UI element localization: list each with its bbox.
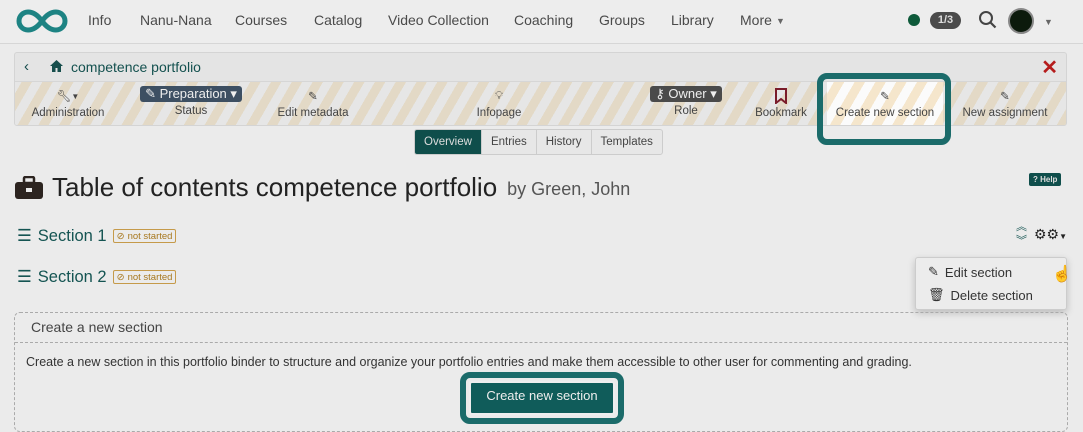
pencil-icon: ✎ [308,91,318,103]
trash-icon: 🗑︎ [928,287,945,302]
help-label: Help [1040,175,1058,184]
new-assignment-label: New assignment [962,107,1048,119]
administration-label: Administration [31,107,105,119]
status-dropdown[interactable]: ✎ Preparation ▾ Status [135,85,247,117]
wrench-icon: 🔧︎ ▼ [56,91,80,103]
help-button[interactable]: ? Help [1029,173,1062,186]
chevron-up-icon[interactable]: ︽ [1016,220,1027,234]
eye-slash-icon: ⊘ [116,271,125,283]
status-value: Preparation [159,86,227,101]
breadcrumb-title[interactable]: competence portfolio [71,59,201,75]
tab-overview[interactable]: Overview [415,130,481,154]
nav-catalog[interactable]: Catalog [314,12,362,28]
role-label: Role [674,105,698,117]
section-item[interactable]: ☰ Section 1 ⊘ not started [17,226,177,246]
page-title: Table of contents competence portfolio b… [14,172,630,203]
pencil-icon: ✎ [1000,91,1010,103]
edit-icon: ✎ [928,264,939,279]
status-badge: ⊘ not started [112,229,177,243]
role-dropdown[interactable]: ⚷ Owner ▾ Role [643,85,729,117]
edit-metadata-label: Edit metadata [277,107,349,119]
menu-icon: ☰ [17,268,32,286]
new-assignment-button[interactable]: ✎ New assignment [959,87,1051,119]
role-pill[interactable]: ⚷ Owner ▾ [650,86,722,102]
section-item[interactable]: ☰ Section 2 ⊘ not started [17,267,177,287]
status-label: Status [174,105,208,117]
briefcase-icon [15,175,43,199]
nav-info[interactable]: Info [88,12,111,28]
section-title[interactable]: Section 2 [38,268,107,287]
eye-slash-icon: ⊘ [116,230,125,242]
hand-cursor-icon: ☝ [1052,266,1072,283]
nav-video-collection[interactable]: Video Collection [388,12,489,28]
tab-templates[interactable]: Templates [590,130,662,154]
infopage-button[interactable]: 💡︎ Infopage [470,87,528,120]
nav-library[interactable]: Library [671,12,714,28]
section-title[interactable]: Section 1 [38,227,107,246]
lightbulb-icon: 💡︎ [494,89,504,102]
edit-label: Edit section [944,264,1013,280]
role-value: Owner [668,86,707,101]
infopage-label: Infopage [476,107,522,119]
administration-button[interactable]: 🔧︎ ▼ Administration [29,87,107,119]
chevron-down-icon[interactable]: ︾ [1016,234,1027,248]
create-new-section-button[interactable]: Create new section [469,381,615,415]
nav-more[interactable]: More [740,12,772,28]
counter-badge[interactable]: 1/3 [930,12,961,29]
title-text: Table of contents competence portfolio [52,172,498,202]
nav-groups[interactable]: Groups [599,12,645,28]
nav-nanu-nana[interactable]: Nanu-Nana [140,12,212,28]
online-status-icon [908,14,920,26]
edit-metadata-button[interactable]: ✎ Edit metadata [271,87,355,119]
menu-item-delete-section[interactable]: 🗑︎ Delete section [928,287,1033,303]
panel-header: Create a new section [15,313,1067,343]
nav-coaching[interactable]: Coaching [514,12,573,28]
avatar[interactable] [1008,8,1034,34]
back-icon[interactable]: ‹ [24,58,29,75]
search-icon[interactable] [978,10,998,30]
bookmark-button[interactable]: Bookmark [751,87,811,119]
chevron-down-icon[interactable]: ▼ [1044,17,1053,27]
bookmark-label: Bookmark [755,107,807,119]
menu-icon: ☰ [17,227,32,245]
menu-item-edit-section[interactable]: ✎ Edit section [928,264,1012,280]
chevron-down-icon: ▼ [776,16,785,26]
tab-history[interactable]: History [535,130,591,154]
close-icon[interactable]: ✕ [1041,55,1058,80]
status-pill[interactable]: ✎ Preparation ▾ [140,86,242,102]
author-text: by Green, John [507,179,631,199]
home-icon[interactable] [49,59,64,73]
status-text: not started [127,230,173,242]
tab-entries[interactable]: Entries [480,130,536,154]
top-navbar: Info Nanu-Nana Courses Catalog Video Col… [0,0,1083,44]
logo-icon[interactable] [16,9,68,33]
bookmark-icon [751,87,811,105]
status-text: not started [127,271,173,283]
status-badge: ⊘ not started [112,270,177,284]
nav-courses[interactable]: Courses [235,12,287,28]
create-new-section-highlight: Create new section [460,372,624,424]
gears-dropdown-icon[interactable]: ⚙⚙▼ [1034,226,1067,243]
highlight-frame [817,73,951,145]
tab-bar: Overview Entries History Templates [414,129,663,155]
delete-label: Delete section [950,287,1033,303]
section-actions-menu: ✎ Edit section 🗑︎ Delete section ☝ [915,257,1072,310]
move-section-control[interactable]: ︽ ︾ [1016,220,1027,248]
panel-description: Create a new section in this portfolio b… [26,355,912,369]
